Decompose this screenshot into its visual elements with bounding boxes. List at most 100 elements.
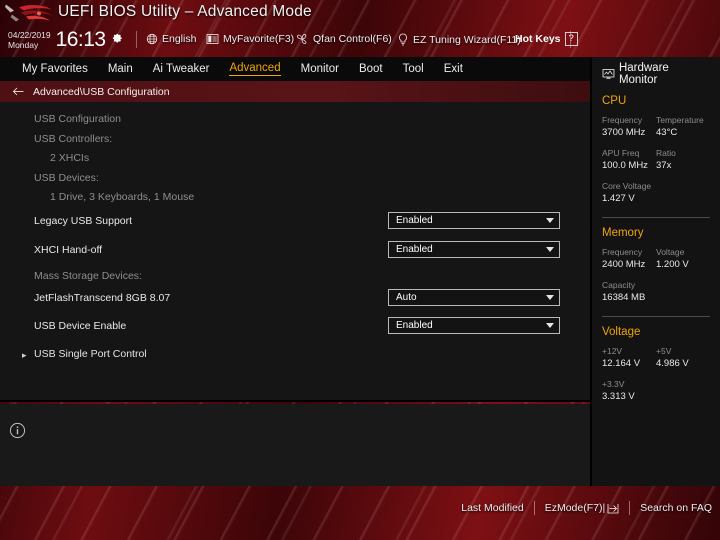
hw-field-mem-frequency: Frequency 2400 MHz	[602, 246, 656, 272]
tab-my-favorites[interactable]: My Favorites	[22, 63, 88, 76]
setting-row-usb-device-enable[interactable]: USB Device Enable Enabled	[0, 317, 590, 339]
usb-device-enable-dropdown[interactable]: Enabled	[388, 317, 560, 334]
tab-advanced[interactable]: Advanced	[229, 62, 280, 76]
tab-ai-tweaker[interactable]: Ai Tweaker	[153, 63, 210, 76]
tab-tool[interactable]: Tool	[403, 63, 424, 76]
hw-value: 3700 MHz	[602, 126, 656, 140]
globe-icon	[146, 33, 158, 45]
hw-value: 1.427 V	[602, 192, 710, 206]
header-item-english[interactable]: English	[146, 33, 196, 45]
hw-value: 12.164 V	[602, 357, 656, 371]
tab-exit[interactable]: Exit	[444, 63, 463, 76]
legacy-usb-support-dropdown[interactable]: Enabled	[388, 212, 560, 229]
tab-boot[interactable]: Boot	[359, 63, 383, 76]
hw-key: Voltage	[656, 246, 710, 258]
setting-row-xhci-hand-off[interactable]: XHCI Hand-off Enabled	[0, 241, 590, 263]
info-icon[interactable]	[9, 422, 26, 439]
info-line-device-counts: 1 Drive, 3 Keyboards, 1 Mouse	[0, 188, 590, 210]
dropdown-value: Enabled	[396, 215, 433, 226]
nav-tabs: My Favorites Main Ai Tweaker Advanced Mo…	[22, 57, 463, 81]
jetflash-transcend-dropdown[interactable]: Auto	[388, 289, 560, 306]
hw-row-voltage-1: +12V 12.164 V +5V 4.986 V	[602, 345, 710, 371]
hw-key: APU Freq	[602, 147, 656, 159]
hw-field-capacity: Capacity 16384 MB	[602, 279, 710, 305]
dropdown-value: Auto	[396, 292, 417, 303]
hw-key: Temperature	[656, 114, 710, 126]
xhci-hand-off-dropdown[interactable]: Enabled	[388, 241, 560, 258]
chevron-down-icon	[546, 247, 554, 252]
hotkeys-control[interactable]: Hot Keys ?	[515, 32, 578, 46]
group-label-mass-storage-devices: Mass Storage Devices:	[0, 267, 590, 289]
tab-main[interactable]: Main	[108, 63, 133, 76]
ezmode-button[interactable]: EzMode(F7)|	[545, 502, 620, 514]
header-item-ez-tuning-wizard[interactable]: EZ Tuning Wizard(F11)	[397, 33, 521, 46]
clock-label: 16:13	[56, 29, 106, 50]
hw-key: +12V	[602, 345, 656, 357]
info-line-label: USB Controllers:	[34, 133, 112, 145]
last-modified-button[interactable]: Last Modified	[461, 502, 523, 514]
exit-arrow-icon	[607, 503, 619, 514]
hw-section-voltage-heading: Voltage	[602, 326, 710, 338]
hw-key: Frequency	[602, 246, 656, 258]
hw-row-cpu-1: Frequency 3700 MHz Temperature 43°C	[602, 114, 710, 140]
page-title: UEFI BIOS Utility – Advanced Mode	[58, 3, 312, 21]
date-label: 04/22/2019	[8, 30, 51, 40]
submenu-label: USB Single Port Control	[34, 348, 147, 360]
bulb-icon	[397, 33, 409, 46]
hw-key: Frequency	[602, 114, 656, 126]
header-item-myfavorite[interactable]: MyFavorite(F3)	[206, 33, 294, 45]
header-divider-1	[136, 31, 137, 48]
ezmode-label: EzMode(F7)|	[545, 502, 606, 514]
hw-row-memory-1: Frequency 2400 MHz Voltage 1.200 V	[602, 246, 710, 272]
hotkeys-key-badge: ?	[565, 32, 578, 46]
setting-row-legacy-usb-support[interactable]: Legacy USB Support Enabled	[0, 212, 590, 234]
group-label: Mass Storage Devices:	[34, 270, 142, 282]
submenu-usb-single-port-control[interactable]: ▸ USB Single Port Control	[0, 345, 590, 367]
footer-divider-1	[534, 501, 535, 515]
header-bar: UEFI BIOS Utility – Advanced Mode 04/22/…	[0, 0, 720, 57]
header-item-qfan-control[interactable]: Qfan Control(F6)	[295, 33, 392, 45]
search-on-faq-button[interactable]: Search on FAQ	[640, 502, 712, 514]
hw-value: 4.986 V	[656, 357, 710, 371]
hw-field-frequency: Frequency 3700 MHz	[602, 114, 656, 140]
hw-key: +5V	[656, 345, 710, 357]
hw-divider-2	[602, 316, 710, 317]
hw-field-12v: +12V 12.164 V	[602, 345, 656, 371]
hw-field-5v: +5V 4.986 V	[656, 345, 710, 371]
tab-monitor[interactable]: Monitor	[301, 63, 339, 76]
hw-value: 1.200 V	[656, 258, 710, 272]
bios-screen: UEFI BIOS Utility – Advanced Mode 04/22/…	[0, 0, 720, 540]
breadcrumb[interactable]: Advanced\USB Configuration	[0, 81, 590, 102]
hw-field-mem-voltage: Voltage 1.200 V	[656, 246, 710, 272]
info-line-label: USB Devices:	[34, 172, 99, 184]
hardware-monitor-title-label: Hardware Monitor	[619, 62, 710, 86]
hw-section-cpu-heading: CPU	[602, 95, 710, 107]
hw-row-voltage-2: +3.3V 3.313 V	[602, 378, 710, 404]
hw-section-memory-heading: Memory	[602, 227, 710, 239]
chevron-down-icon	[546, 295, 554, 300]
info-line-xhci-count: 2 XHCIs	[0, 149, 590, 171]
rog-logo-icon	[4, 2, 56, 26]
setting-label: USB Device Enable	[34, 320, 126, 332]
footer-divider-2	[629, 501, 630, 515]
setting-label: JetFlashTranscend 8GB 8.07	[34, 292, 170, 304]
hw-field-3-3v: +3.3V 3.313 V	[602, 378, 710, 404]
hw-key: Capacity	[602, 279, 710, 291]
info-line-label: 2 XHCIs	[50, 152, 89, 164]
hw-value: 43°C	[656, 126, 710, 140]
datetime-display: 04/22/2019 Monday 16:13	[8, 29, 123, 50]
back-arrow-icon[interactable]	[12, 86, 25, 97]
dropdown-value: Enabled	[396, 320, 433, 331]
hw-field-apu-freq: APU Freq 100.0 MHz	[602, 147, 656, 173]
hw-row-cpu-2: APU Freq 100.0 MHz Ratio 37x	[602, 147, 710, 173]
setting-row-jetflash-transcend[interactable]: JetFlashTranscend 8GB 8.07 Auto	[0, 289, 590, 311]
header-item-label: MyFavorite(F3)	[223, 33, 294, 45]
hw-field-core-voltage: Core Voltage 1.427 V	[602, 180, 710, 206]
hw-value: 2400 MHz	[602, 258, 656, 272]
header-item-label: Qfan Control(F6)	[313, 33, 392, 45]
gear-icon[interactable]	[112, 32, 123, 43]
submenu-arrow-icon: ▸	[22, 350, 27, 361]
hw-divider-1	[602, 217, 710, 218]
hw-field-ratio: Ratio 37x	[656, 147, 710, 173]
hw-row-memory-2: Capacity 16384 MB	[602, 279, 710, 305]
